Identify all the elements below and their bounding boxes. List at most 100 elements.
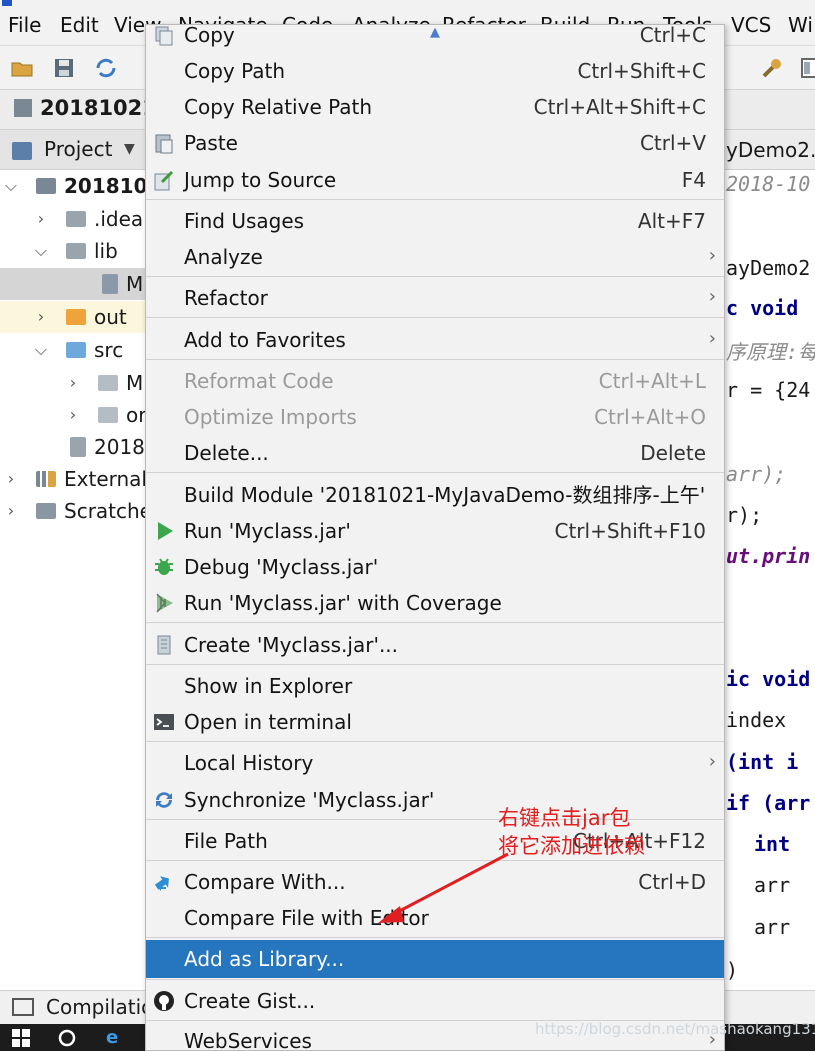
menu-item-paste[interactable]: Paste Ctrl+V (146, 125, 724, 161)
menu-item-delete[interactable]: Delete... Delete (146, 435, 724, 471)
settings-wrench-icon[interactable] (760, 56, 784, 80)
menu-item-copy-path[interactable]: Copy Path Ctrl+Shift+C (146, 53, 724, 89)
menu-item-label: Reformat Code (184, 369, 334, 393)
menu-item-reformat-code[interactable]: Reformat Code Ctrl+Alt+L (146, 363, 724, 399)
coverage-icon (156, 593, 173, 613)
menu-item-shortcut: Ctrl+D (638, 870, 706, 894)
code-editor[interactable]: 2018-10 ayDemo2 c void 序原理:每 r = {24 arr… (724, 170, 815, 990)
menu-separator (146, 741, 724, 742)
tree-item-package-m[interactable]: › M (0, 367, 145, 399)
menu-item-analyze[interactable]: Analyze › (146, 239, 724, 275)
menu-item-open-in-terminal[interactable]: Open in terminal (146, 704, 724, 740)
tree-item-label: 2018102 (64, 174, 145, 198)
chevron-right-icon[interactable]: › (66, 367, 80, 399)
project-structure-icon[interactable] (800, 56, 815, 80)
github-icon (154, 991, 174, 1011)
sync-icon[interactable] (94, 56, 118, 80)
annotation-arrow-icon (378, 852, 509, 923)
tool-window-compilation[interactable]: Compilatio (46, 995, 153, 1019)
menu-item-shortcut: Alt+F7 (637, 209, 706, 233)
breadcrumb[interactable]: 20181021- (14, 96, 166, 120)
tree-item-idea[interactable]: › .idea (0, 203, 145, 235)
tree-item-scratches[interactable]: › Scratche (0, 495, 145, 527)
code-token: r = {24 (726, 378, 811, 402)
menu-item-label: Add as Library... (184, 947, 345, 971)
tree-item-label: M (126, 272, 144, 296)
chevron-down-icon[interactable]: ⌵ (34, 235, 48, 267)
chevron-right-icon[interactable]: › (4, 463, 18, 495)
menu-item-add-as-library[interactable]: Add as Library... (146, 940, 724, 978)
chevron-down-icon[interactable]: ▼ (124, 141, 135, 157)
chevron-down-icon[interactable]: ⌵ (34, 334, 48, 366)
menu-item-show-in-explorer[interactable]: Show in Explorer (146, 668, 724, 704)
project-panel-title: Project (44, 137, 113, 161)
menu-item-run[interactable]: Run 'Myclass.jar' Ctrl+Shift+F10 (146, 513, 724, 549)
tree-item-label: 2018 (94, 435, 145, 459)
tree-item-external-libraries[interactable]: › External (0, 463, 145, 495)
code-line: 2018-10 (726, 172, 811, 196)
tree-item-label: lib (94, 239, 118, 263)
menu-item-label: Create Gist... (184, 989, 316, 1013)
menu-window[interactable]: Wi (788, 12, 813, 38)
tree-item-package-or[interactable]: › or (0, 399, 145, 431)
jump-to-source-icon (154, 170, 174, 191)
menu-item-shortcut: Delete (640, 441, 706, 465)
menu-item-find-usages[interactable]: Find Usages Alt+F7 (146, 203, 724, 239)
menu-separator (146, 472, 724, 473)
menu-item-run-with-coverage[interactable]: Run 'Myclass.jar' with Coverage (146, 585, 724, 621)
menu-vcs[interactable]: VCS (731, 12, 771, 38)
save-icon[interactable] (52, 56, 76, 80)
menu-edit[interactable]: Edit (60, 12, 99, 38)
menu-item-copy[interactable]: Copy Ctrl+C (146, 25, 724, 53)
menu-item-label: Paste (184, 131, 238, 155)
menu-item-jump-to-source[interactable]: Jump to Source F4 (146, 162, 724, 198)
code-line: ut.prin (726, 544, 811, 568)
tree-item-label: .idea (94, 207, 144, 231)
project-tree: ⌵ 2018102 › .idea ⌵ lib M › out ⌵ src › … (0, 170, 145, 990)
menu-item-add-to-favorites[interactable]: Add to Favorites › (146, 322, 724, 358)
tree-item-iml-file[interactable]: 2018 (0, 431, 145, 463)
menu-item-create-gist[interactable]: Create Gist... (146, 983, 724, 1019)
submenu-arrow-icon: › (708, 245, 716, 266)
tree-item-root[interactable]: ⌵ 2018102 (0, 170, 145, 202)
menu-item-label: Local History (184, 751, 314, 775)
menu-item-shortcut: Ctrl+Alt+Shift+C (533, 95, 706, 119)
menu-item-copy-relative-path[interactable]: Copy Relative Path Ctrl+Alt+Shift+C (146, 89, 724, 125)
chevron-right-icon[interactable]: › (34, 301, 48, 333)
run-icon (158, 522, 173, 540)
menu-item-refactor[interactable]: Refactor › (146, 280, 724, 316)
menu-item-optimize-imports[interactable]: Optimize Imports Ctrl+Alt+O (146, 399, 724, 435)
chevron-down-icon[interactable]: ⌵ (4, 170, 18, 202)
tree-item-src[interactable]: ⌵ src (0, 334, 145, 366)
menu-item-label: Create 'Myclass.jar'... (184, 633, 399, 657)
package-icon (98, 407, 118, 423)
menu-item-label: Copy Path (184, 59, 286, 83)
project-panel-header[interactable]: Project ▼ (0, 130, 145, 170)
menu-item-build-module[interactable]: Build Module '20181021-MyJavaDemo-数组排序-上… (146, 477, 724, 513)
folder-icon (66, 243, 86, 259)
menu-separator (146, 199, 724, 200)
menu-file[interactable]: File (8, 12, 41, 38)
menu-item-label: Run 'Myclass.jar' with Coverage (184, 591, 502, 615)
open-folder-icon[interactable] (10, 56, 34, 80)
menu-item-debug[interactable]: Debug 'Myclass.jar' (146, 549, 724, 585)
tree-item-myclass-jar[interactable]: M (0, 268, 145, 300)
menu-item-create-run-config[interactable]: Create 'Myclass.jar'... (146, 627, 724, 663)
menu-item-label: Delete... (184, 441, 269, 465)
create-config-icon (157, 635, 171, 655)
menu-item-label: Debug 'Myclass.jar' (184, 555, 379, 579)
editor-tab[interactable]: yDemo2.ja (724, 130, 815, 170)
menu-item-local-history[interactable]: Local History › (146, 745, 724, 781)
tree-item-lib[interactable]: ⌵ lib (0, 235, 145, 267)
annotation-text: 右键点击jar包 将它添加进依赖 (498, 804, 688, 860)
chevron-right-icon[interactable]: › (66, 399, 80, 431)
windows-start-icon[interactable] (12, 1029, 30, 1047)
cortana-search-icon[interactable] (58, 1029, 76, 1047)
tree-item-out[interactable]: › out (0, 301, 145, 333)
edge-browser-icon[interactable]: e (106, 1028, 118, 1048)
menu-item-label: Run 'Myclass.jar' (184, 519, 351, 543)
chevron-right-icon[interactable]: › (34, 203, 48, 235)
chevron-right-icon[interactable]: › (4, 495, 18, 527)
annotation-line-1: 右键点击jar包 (498, 806, 631, 830)
code-line: ) (726, 958, 739, 982)
